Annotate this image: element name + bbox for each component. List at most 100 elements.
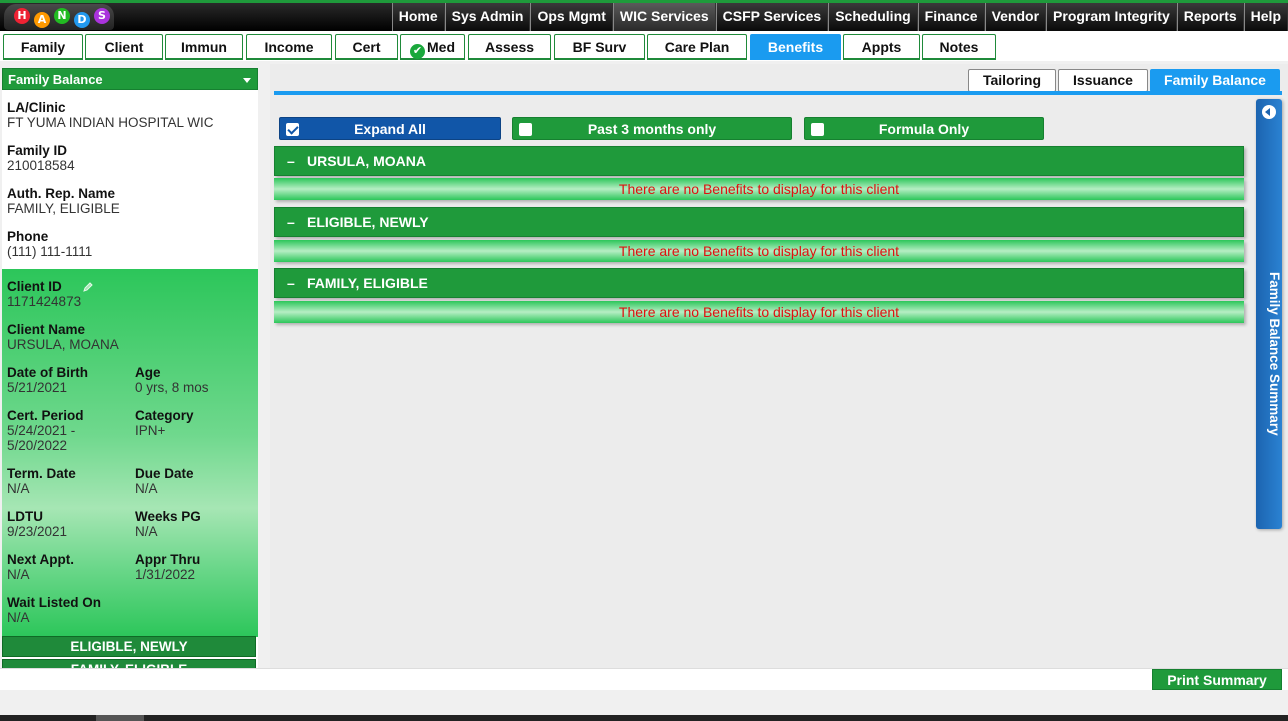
nav-home[interactable]: Home: [391, 3, 445, 31]
auth-rep-field: Auth. Rep. Name FAMILY, ELIGIBLE: [7, 186, 120, 216]
wait-listed-value: N/A: [7, 610, 30, 625]
client-id-value: 1171424873: [7, 294, 82, 309]
appr-thru-value: 1/31/2022: [135, 567, 196, 582]
status-segment: [96, 715, 144, 721]
bottom-action-bar: Print Summary: [0, 668, 1288, 690]
logo-letter: S: [94, 8, 110, 24]
wait-listed-label: Wait Listed On: [7, 595, 101, 610]
tab-med[interactable]: ✔ Med: [400, 34, 465, 60]
past-3-months-toggle[interactable]: Past 3 months only: [512, 117, 792, 140]
age-label: Age: [135, 365, 161, 380]
formula-only-label: Formula Only: [878, 121, 970, 137]
family-balance-summary-panel-tab[interactable]: Family Balance Summary: [1256, 99, 1282, 529]
subtab-tailoring[interactable]: Tailoring: [968, 69, 1056, 92]
auth-rep-label: Auth. Rep. Name: [7, 186, 116, 201]
category-label: Category: [135, 408, 194, 423]
logo-letter: H: [14, 8, 30, 24]
checkbox-icon: [519, 123, 532, 136]
next-appt-label: Next Appt.: [7, 552, 74, 567]
tab-cert[interactable]: Cert: [335, 34, 398, 60]
dob-field: Date of Birth 5/21/2021: [7, 365, 88, 395]
tab-benefits[interactable]: Benefits: [750, 34, 841, 60]
logo-letter: A: [34, 12, 50, 28]
nav-program-integrity[interactable]: Program Integrity: [1046, 3, 1177, 31]
client-button-eligible-newly[interactable]: ELIGIBLE, NEWLY: [2, 636, 256, 657]
family-info-panel: Family Balance LA/Clinic FT YUMA INDIAN …: [2, 68, 258, 668]
la-clinic-label: LA/Clinic: [7, 100, 66, 115]
dob-value: 5/21/2021: [7, 380, 68, 395]
print-summary-button[interactable]: Print Summary: [1152, 669, 1282, 690]
phone-value: (111) 111-1111: [7, 244, 93, 259]
due-date-value: N/A: [135, 481, 158, 496]
nav-help[interactable]: Help: [1243, 3, 1288, 31]
chevron-down-icon: [243, 78, 251, 83]
collapse-icon: –: [287, 153, 295, 169]
client-section-header[interactable]: – FAMILY, ELIGIBLE: [274, 268, 1244, 298]
section-client-name: URSULA, MOANA: [307, 153, 426, 169]
nav-reports[interactable]: Reports: [1176, 3, 1244, 31]
benefits-main-area: Tailoring Issuance Family Balance Expand…: [270, 64, 1288, 668]
tab-client[interactable]: Client: [85, 34, 163, 60]
logo-letter: D: [74, 12, 90, 28]
tab-family[interactable]: Family: [3, 34, 83, 60]
phone-field: Phone (111) 111-1111: [7, 229, 92, 259]
tab-bf-surv[interactable]: BF Surv: [554, 34, 645, 60]
edit-pencil-icon[interactable]: [82, 281, 94, 293]
client-section-header[interactable]: – ELIGIBLE, NEWLY: [274, 207, 1244, 237]
weeks-pg-value: N/A: [135, 524, 158, 539]
nav-csfp-services[interactable]: CSFP Services: [715, 3, 829, 31]
client-button-family-eligible[interactable]: FAMILY, ELIGIBLE: [2, 659, 256, 668]
hands-logo[interactable]: H A N D S: [4, 4, 114, 30]
subtab-family-balance[interactable]: Family Balance: [1150, 69, 1280, 92]
age-field: Age 0 yrs, 8 mos: [135, 365, 209, 395]
family-id-value: 210018584: [7, 158, 75, 173]
next-appt-value: N/A: [7, 567, 30, 582]
term-date-value: N/A: [7, 481, 30, 496]
expand-all-toggle[interactable]: Expand All: [279, 117, 501, 140]
top-menu: Home Sys Admin Ops Mgmt WIC Services CSF…: [391, 3, 1288, 31]
no-benefits-message: There are no Benefits to display for thi…: [274, 301, 1244, 323]
weeks-pg-field: Weeks PG N/A: [135, 509, 201, 539]
appr-thru-field: Appr Thru 1/31/2022: [135, 552, 200, 582]
nav-sys-admin[interactable]: Sys Admin: [444, 3, 531, 31]
category-value: IPN+: [135, 423, 166, 438]
tab-assess[interactable]: Assess: [468, 34, 551, 60]
expand-panel-icon[interactable]: [1262, 105, 1276, 119]
top-navigation-bar: H A N D S Home Sys Admin Ops Mgmt WIC Se…: [0, 0, 1288, 31]
cert-period-label: Cert. Period: [7, 408, 84, 423]
formula-only-toggle[interactable]: Formula Only: [804, 117, 1044, 140]
la-clinic-value: FT YUMA INDIAN HOSPITAL WIC: [7, 115, 214, 130]
client-name-label: Client Name: [7, 322, 86, 337]
client-section-header[interactable]: – URSULA, MOANA: [274, 146, 1244, 176]
next-appt-field: Next Appt. N/A: [7, 552, 74, 582]
nav-ops-mgmt[interactable]: Ops Mgmt: [530, 3, 613, 31]
subtab-underline: [274, 91, 1282, 95]
la-clinic-field: LA/Clinic FT YUMA INDIAN HOSPITAL WIC: [7, 100, 214, 130]
logo-letter: N: [54, 8, 70, 24]
nav-vendor[interactable]: Vendor: [984, 3, 1047, 31]
tab-notes[interactable]: Notes: [922, 34, 996, 60]
dropdown-label: Family Balance: [8, 72, 103, 87]
tab-income[interactable]: Income: [246, 34, 332, 60]
section-client-name: ELIGIBLE, NEWLY: [307, 214, 429, 230]
family-id-label: Family ID: [7, 143, 68, 158]
checkbox-icon: [811, 123, 824, 136]
appr-thru-label: Appr Thru: [135, 552, 201, 567]
client-tab-row: Family Client Immun Income Cert ✔ Med Ass…: [0, 31, 1288, 61]
term-date-label: Term. Date: [7, 466, 76, 481]
tab-appts[interactable]: Appts: [843, 34, 920, 60]
cert-period-field: Cert. Period 5/24/2021 - 5/20/2022: [7, 408, 84, 453]
check-icon: ✔: [410, 44, 425, 59]
nav-scheduling[interactable]: Scheduling: [828, 3, 918, 31]
no-benefits-message: There are no Benefits to display for thi…: [274, 178, 1244, 200]
nav-wic-services[interactable]: WIC Services: [612, 3, 716, 31]
tab-immun[interactable]: Immun: [165, 34, 243, 60]
family-id-field: Family ID 210018584: [7, 143, 75, 173]
nav-finance[interactable]: Finance: [917, 3, 985, 31]
family-balance-dropdown[interactable]: Family Balance: [2, 68, 258, 90]
term-date-field: Term. Date N/A: [7, 466, 76, 496]
category-field: Category IPN+: [135, 408, 194, 438]
subtab-issuance[interactable]: Issuance: [1058, 69, 1148, 92]
tab-care-plan[interactable]: Care Plan: [647, 34, 747, 60]
dob-label: Date of Birth: [7, 365, 88, 380]
